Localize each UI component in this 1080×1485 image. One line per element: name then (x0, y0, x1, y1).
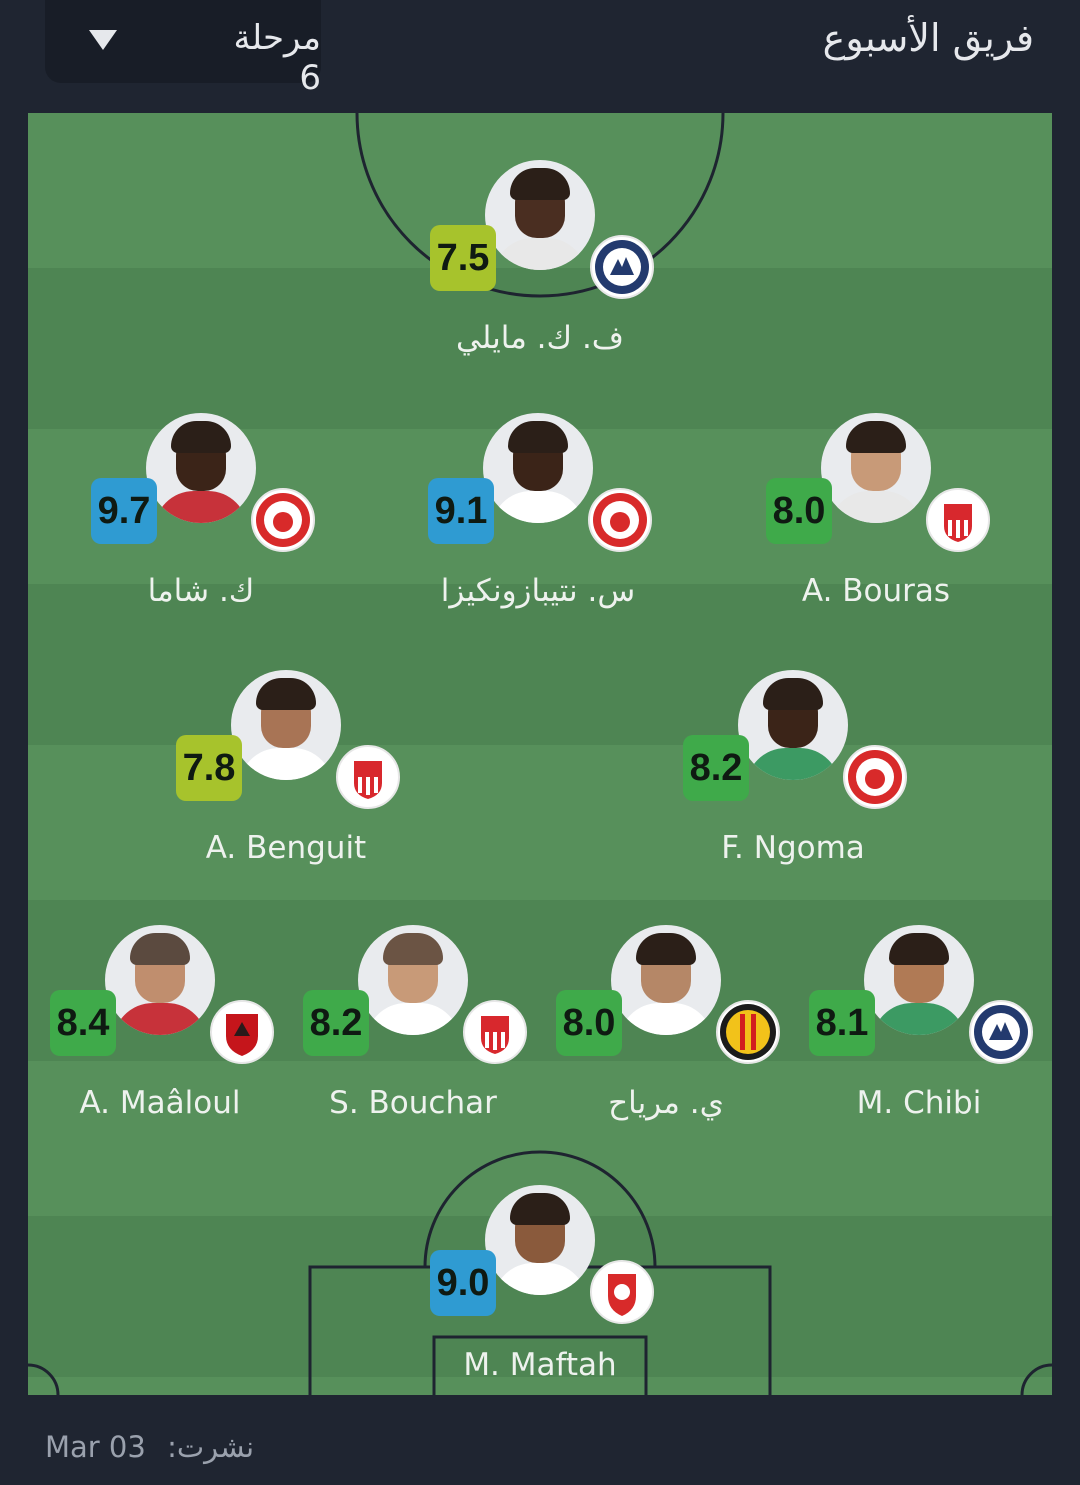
rating-badge: 9.0 (430, 1250, 496, 1316)
rating-badge: 9.1 (428, 478, 494, 544)
footer: Mar 03 نشرت: (45, 1430, 254, 1464)
simba-badge-icon (251, 488, 315, 552)
simba-badge-icon (843, 745, 907, 809)
header: فريق الأسبوع مرحلة 6 (0, 0, 1080, 110)
player-name: M. Chibi (856, 1085, 982, 1121)
player-card[interactable]: 7.5 ف. ك. مايلي (420, 160, 660, 360)
esperance-badge-icon (716, 1000, 780, 1064)
player-photo (485, 160, 595, 270)
wydad-badge-icon (590, 1260, 654, 1324)
rating-badge: 8.2 (683, 735, 749, 801)
chevron-down-icon (89, 30, 117, 50)
rating-badge: 8.1 (809, 990, 875, 1056)
published-label: نشرت: (167, 1430, 255, 1464)
player-card[interactable]: 9.7 ك. شاما (81, 413, 321, 613)
player-photo (821, 413, 931, 523)
player-name: A. Benguit (205, 830, 367, 866)
page-title: فريق الأسبوع (822, 16, 1034, 60)
rating-badge: 7.5 (430, 225, 496, 291)
rating-badge: 9.7 (91, 478, 157, 544)
player-name: F. Ngoma (721, 830, 865, 866)
crb-badge-icon (463, 1000, 527, 1064)
player-photo (146, 413, 256, 523)
rating-badge: 8.0 (556, 990, 622, 1056)
player-name: A. Bouras (801, 573, 951, 609)
player-photo (231, 670, 341, 780)
pitch: 7.5 ف. ك. مايلي 9.7 ك. شاما 9.1 س. نتيبا… (28, 113, 1052, 1395)
player-photo (864, 925, 974, 1035)
rating-badge: 8.0 (766, 478, 832, 544)
player-card[interactable]: 8.2 S. Bouchar (293, 925, 533, 1125)
crb-badge-icon (336, 745, 400, 809)
player-photo (358, 925, 468, 1035)
player-name: س. نتيبازونكيزا (440, 573, 636, 609)
rating-badge: 8.2 (303, 990, 369, 1056)
player-card[interactable]: 9.0 M. Maftah (420, 1185, 660, 1385)
date: Mar 03 (45, 1430, 146, 1464)
simba-badge-icon (588, 488, 652, 552)
round-dropdown[interactable]: مرحلة 6 (45, 0, 321, 98)
player-card[interactable]: 8.2 F. Ngoma (673, 670, 913, 870)
player-photo (483, 413, 593, 523)
crb-badge-icon (926, 488, 990, 552)
rating-badge: 8.4 (50, 990, 116, 1056)
player-name: ك. شاما (147, 573, 255, 609)
player-photo (105, 925, 215, 1035)
pyramids-badge-icon (969, 1000, 1033, 1064)
player-photo (738, 670, 848, 780)
player-card[interactable]: 9.1 س. نتيبازونكيزا (418, 413, 658, 613)
player-card[interactable]: 8.0 ي. مرياح (546, 925, 786, 1125)
rating-badge: 7.8 (176, 735, 242, 801)
player-card[interactable]: 8.1 M. Chibi (799, 925, 1039, 1125)
al-ahly-badge-icon (210, 1000, 274, 1064)
player-name: M. Maftah (463, 1347, 617, 1383)
player-photo (485, 1185, 595, 1295)
player-card[interactable]: 8.4 A. Maâloul (40, 925, 280, 1125)
pyramids-badge-icon (590, 235, 654, 299)
round-label: مرحلة 6 (233, 18, 321, 98)
player-name: ف. ك. مايلي (456, 320, 624, 356)
player-photo (611, 925, 721, 1035)
player-card[interactable]: 8.0 A. Bouras (756, 413, 996, 613)
player-card[interactable]: 7.8 A. Benguit (166, 670, 406, 870)
